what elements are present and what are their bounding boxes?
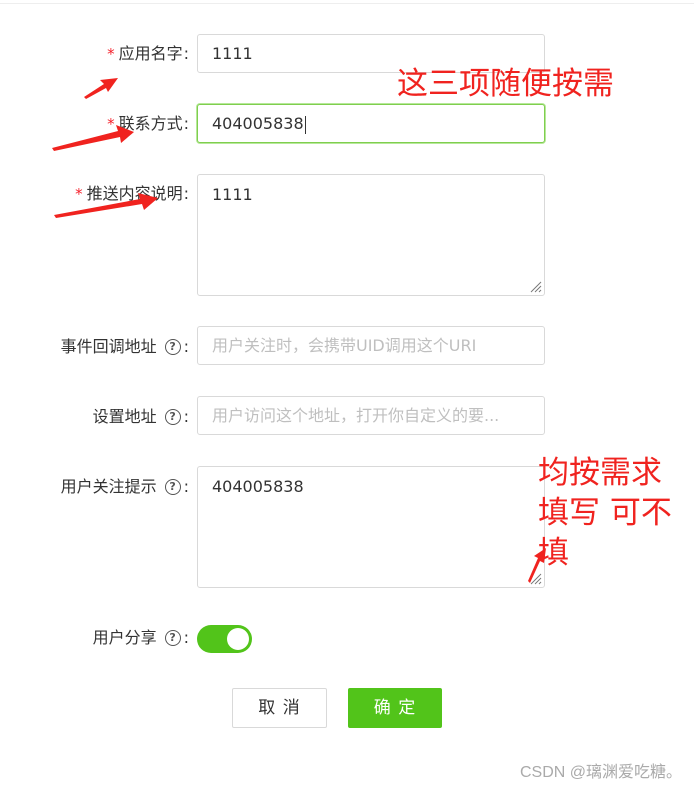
settings-url-label: 设置地址 ?: <box>92 407 189 426</box>
confirm-button[interactable]: 确 定 <box>348 688 442 728</box>
help-icon[interactable]: ? <box>164 479 181 495</box>
required-mark: * <box>107 45 115 63</box>
callback-url-input[interactable]: 用户关注时，会携带UID调用这个URI <box>197 326 545 365</box>
resize-handle-icon[interactable] <box>528 571 542 585</box>
callback-url-label: 事件回调地址 ?: <box>60 337 189 356</box>
contact-input[interactable]: 404005838 <box>197 104 545 143</box>
resize-handle-icon[interactable] <box>528 279 542 293</box>
annotation-top: 这三项随便按需 <box>397 66 614 102</box>
app-name-label: * 应用名字: <box>107 44 189 63</box>
arrow-icon <box>84 78 118 99</box>
follow-tip-textarea[interactable]: 404005838 <box>197 466 545 588</box>
watermark: CSDN @璃渊爱吃糖。 <box>519 764 682 781</box>
help-icon[interactable]: ? <box>164 409 181 425</box>
help-icon[interactable]: ? <box>164 339 181 355</box>
share-toggle[interactable] <box>197 625 252 653</box>
top-divider <box>0 3 694 4</box>
toggle-knob <box>227 628 249 650</box>
settings-url-input[interactable]: 用户访问这个地址，打开你自定义的要... <box>197 396 545 435</box>
text-caret <box>304 115 306 134</box>
contact-label: * 联系方式: <box>107 114 189 133</box>
required-mark: * <box>75 185 83 203</box>
push-desc-label: * 推送内容说明: <box>75 184 189 203</box>
cancel-button[interactable]: 取 消 <box>232 688 327 728</box>
follow-tip-label: 用户关注提示 ?: <box>60 477 189 496</box>
help-icon[interactable]: ? <box>164 630 181 646</box>
push-desc-textarea[interactable]: 1111 <box>197 174 545 296</box>
share-label: 用户分享 ?: <box>92 628 189 647</box>
required-mark: * <box>107 115 115 133</box>
annotation-bottom: 均按需求填写 可不填 <box>538 455 672 571</box>
